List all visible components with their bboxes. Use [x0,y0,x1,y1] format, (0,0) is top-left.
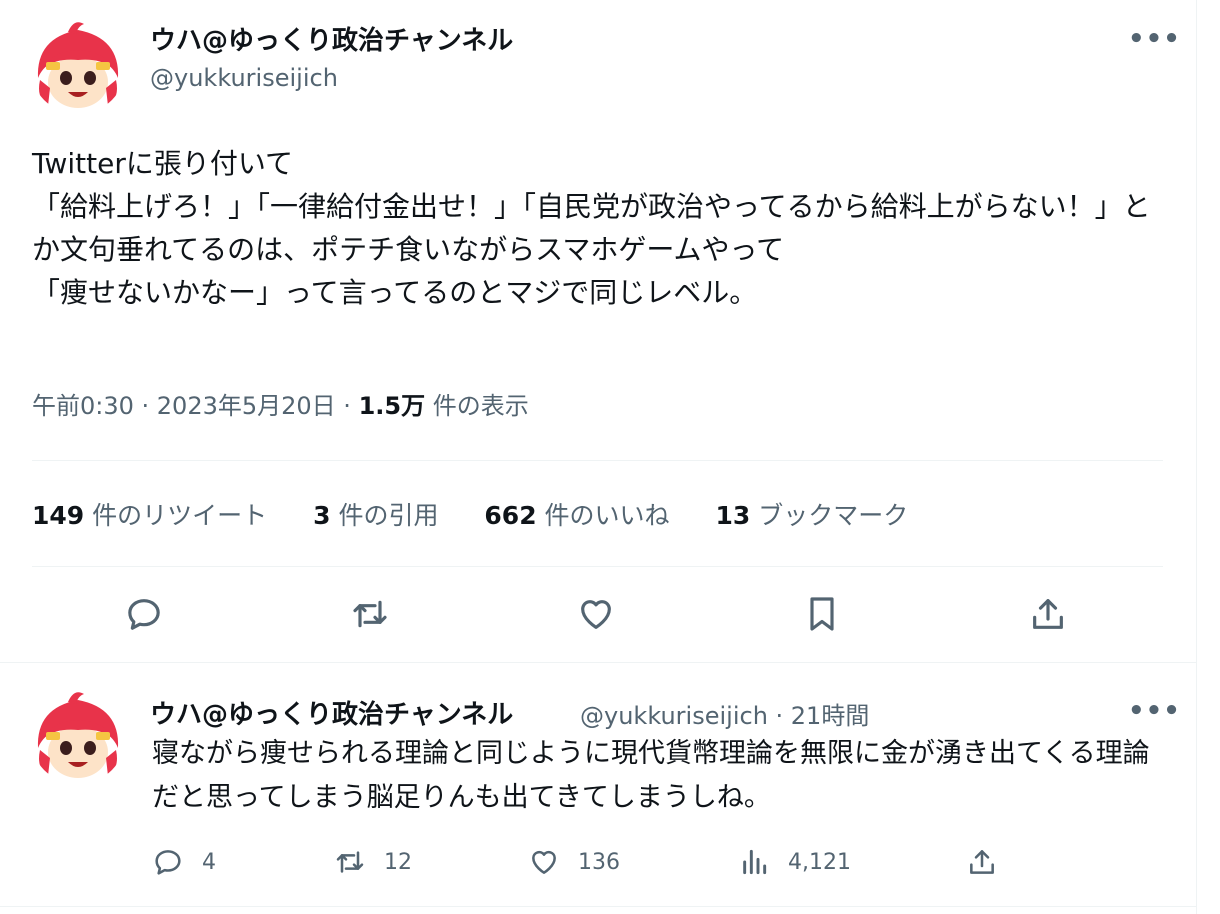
reply-share-button[interactable] [966,844,1016,880]
tweet-meta: 午前0:30 · 2023年5月20日 · 1.5万 件の表示 [32,386,529,421]
reply-more-options-icon[interactable]: ••• [1128,696,1181,726]
reply-author-avatar[interactable] [30,688,126,784]
retweet-icon [353,600,387,628]
author-avatar[interactable] [30,18,126,114]
reply-like-button[interactable]: 136 [528,844,620,880]
bookmark-button[interactable] [798,590,846,638]
bookmark-icon [810,597,834,631]
reply-button[interactable] [120,590,168,638]
divider [32,460,1163,461]
bookmark-stat[interactable]: 13 ブックマーク [716,501,909,530]
author-name[interactable]: ウハ@ゆっくり政治チャンネル [150,20,513,57]
share-button[interactable] [1024,590,1072,638]
retweet-count: 12 [384,849,412,875]
engagement-stats: 149 件のリツイート 3 件の引用 662 件のいいね 13 ブックマーク [32,496,946,532]
quote-stat[interactable]: 3 件の引用 [313,501,438,530]
view-count: 1.5万 [358,392,426,420]
divider [32,566,1163,567]
author-handle[interactable]: @yukkuriseijich [150,64,338,92]
reply-author-name[interactable]: ウハ@ゆっくり政治チャンネル [150,694,513,731]
tweet-detail-page: ウハ@ゆっくり政治チャンネル @yukkuriseijich ••• Twitt… [0,0,1197,914]
retweet-icon [336,851,364,873]
share-icon [970,850,994,874]
like-count: 136 [578,849,620,875]
retweet-stat[interactable]: 149 件のリツイート [32,501,267,530]
reply-handle-time[interactable]: @yukkuriseijich · 21時間 [580,696,869,731]
like-icon [532,850,556,874]
reply-icon [128,599,160,630]
thread-separator [0,662,1196,663]
more-options-icon[interactable]: ••• [1128,24,1181,54]
reply-reply-button[interactable]: 4 [152,844,216,880]
analytics-icon [743,849,767,875]
tweet-timestamp[interactable]: 午前0:30 · 2023年5月20日 · [32,392,359,420]
reply-count: 4 [202,849,216,875]
reply-text: 寝ながら痩せられる理論と同じように現代貨幣理論を無限に金が湧き出てくる理論だと思… [152,738,1150,813]
reply-retweet-button[interactable]: 12 [334,844,412,880]
view-label: 件の表示 [425,392,529,420]
divider [0,906,1196,907]
retweet-button[interactable] [346,590,394,638]
reply-views-button[interactable]: 4,121 [738,844,851,880]
tweet-text: Twitterに張り付いて 「給料上げろ！」「一律給付金出せ！」「自民党が政治や… [32,147,1151,309]
like-button[interactable] [572,590,620,638]
like-icon [581,600,611,629]
like-stat[interactable]: 662 件のいいね [484,501,669,530]
share-icon [1033,599,1063,629]
view-count-reply: 4,121 [788,849,851,875]
reply-icon [155,850,181,875]
